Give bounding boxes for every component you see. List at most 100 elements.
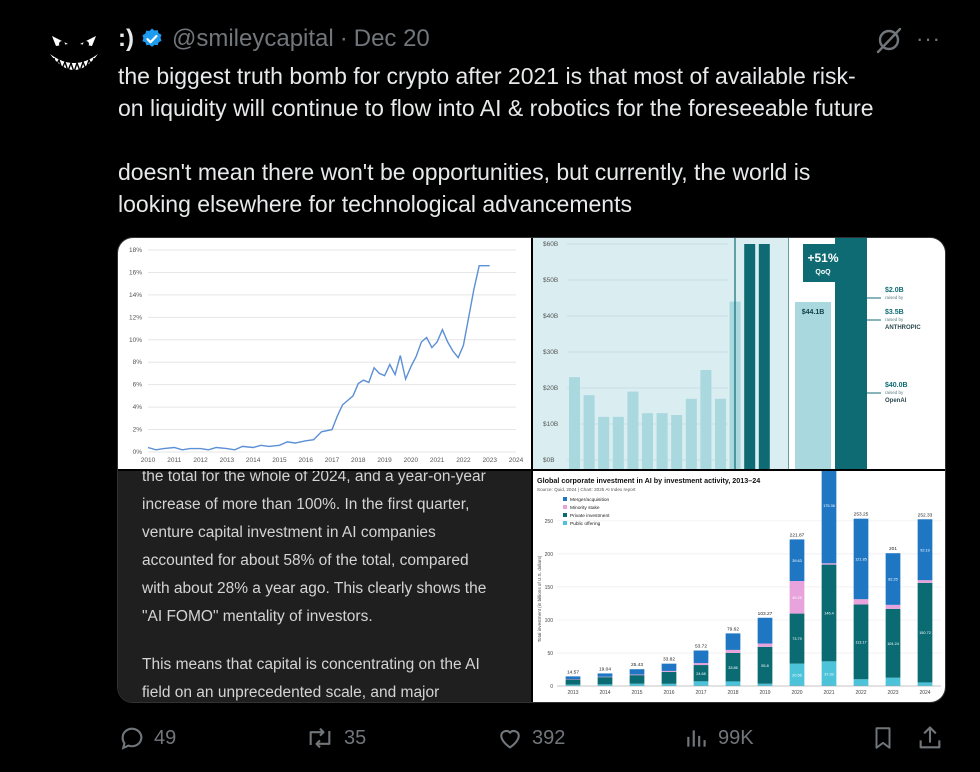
x-tick-label: 2010 bbox=[141, 457, 156, 464]
stacked-bar-segment bbox=[629, 683, 645, 686]
article-paragraph: the total for the whole of 2024, and a y… bbox=[142, 471, 487, 625]
x-tick-label: 2017 bbox=[325, 457, 340, 464]
stacked-bar-segment bbox=[565, 679, 581, 680]
x-tick-label: 2017 bbox=[695, 690, 706, 696]
bar bbox=[700, 370, 712, 469]
stacked-bar-segment bbox=[693, 681, 709, 686]
x-tick-label: 2022 bbox=[855, 690, 866, 696]
tweet-date[interactable]: Dec 20 bbox=[354, 25, 430, 53]
x-tick-label: 2019 bbox=[377, 457, 392, 464]
segment-value-label: 39.63 bbox=[792, 559, 802, 563]
q-bar bbox=[795, 302, 831, 469]
media-image-corporate-investment-chart[interactable]: Global corporate investment in AI by inv… bbox=[533, 471, 945, 702]
bar-total-label: 103.27 bbox=[758, 611, 773, 617]
stacked-bar-segment bbox=[725, 649, 741, 653]
reply-button[interactable]: 49 bbox=[118, 724, 176, 752]
stacked-bar-segment bbox=[853, 599, 869, 605]
bar-total-label: 79.62 bbox=[727, 626, 739, 632]
x-tick-label: 2019 bbox=[759, 690, 770, 696]
y-tick-label: 16% bbox=[129, 269, 142, 276]
chart-source: Source: Quid, 2024 | Chart: 2025 AI Inde… bbox=[537, 487, 636, 492]
bar bbox=[758, 244, 770, 469]
media-image-article[interactable]: the total for the whole of 2024, and a y… bbox=[118, 471, 531, 702]
x-tick-label: 2024 bbox=[509, 457, 524, 464]
views-count: 99K bbox=[718, 726, 754, 749]
bar bbox=[715, 398, 726, 469]
x-tick-label: 2016 bbox=[663, 690, 674, 696]
bar-total-label: 252.33 bbox=[918, 512, 933, 518]
bar bbox=[583, 395, 595, 469]
legend-label: Private investment bbox=[570, 513, 610, 519]
annotation-note: raised by bbox=[885, 390, 904, 395]
stacked-bar-segment bbox=[821, 471, 837, 564]
x-tick-label: 2011 bbox=[167, 457, 181, 464]
stacked-bar-segment bbox=[661, 670, 677, 672]
bar bbox=[612, 416, 624, 469]
x-tick-label: 2016 bbox=[298, 457, 313, 464]
views-button[interactable]: 99K bbox=[684, 724, 754, 752]
annotation-company: ANTHROPIC bbox=[885, 325, 921, 331]
tweet-body: the biggest truth bomb for crypto after … bbox=[118, 60, 958, 220]
bookmark-icon bbox=[875, 727, 891, 749]
stacked-bar-segment bbox=[629, 675, 645, 684]
bookmark-button[interactable] bbox=[870, 724, 904, 752]
media-image-line-chart[interactable]: 0% 2% 4% 6% 8% 10% 12% 14% 16% 18% 2010 2011 2012 201… bbox=[118, 238, 531, 469]
y-tick-label: 10% bbox=[129, 337, 142, 344]
retweet-button[interactable]: 35 bbox=[304, 724, 366, 752]
grok-icon[interactable] bbox=[874, 26, 904, 54]
tweet-header: :) @smileycapital · Dec 20 bbox=[118, 24, 430, 54]
legend-swatch bbox=[563, 505, 567, 509]
stacked-bar-segment bbox=[821, 563, 837, 565]
share-button[interactable] bbox=[916, 724, 952, 752]
line-chart: 0% 2% 4% 6% 8% 10% 12% 14% 16% 18% 2010 2011 2012 201… bbox=[129, 247, 524, 464]
y-tick-label: 2% bbox=[133, 427, 143, 434]
segment-value-label: 73.79 bbox=[792, 637, 802, 641]
media-image-funding-chart[interactable]: $0B $10B $20B $30B $40B $50B $60B +51% QoQ $44.1B… bbox=[533, 238, 945, 469]
retweet-count: 35 bbox=[344, 726, 367, 749]
y-tick-label: $10B bbox=[543, 421, 558, 428]
y-tick-label: 8% bbox=[133, 359, 143, 366]
bar bbox=[569, 377, 580, 469]
y-tick-label: 50 bbox=[547, 651, 553, 657]
bar bbox=[744, 244, 756, 469]
like-button[interactable]: 392 bbox=[496, 724, 565, 752]
bar bbox=[671, 415, 683, 469]
bar-total-label: 253.25 bbox=[854, 512, 869, 518]
bar-total-label: 33.82 bbox=[663, 657, 675, 663]
segment-value-label: 92.19 bbox=[920, 548, 930, 552]
user-handle[interactable]: @smileycapital bbox=[172, 25, 334, 53]
annotation-value: $3.5B bbox=[885, 309, 904, 316]
stacked-bar-segment bbox=[565, 676, 581, 680]
x-tick-label: 2015 bbox=[272, 457, 287, 464]
y-tick-label: 12% bbox=[129, 314, 142, 321]
x-tick-label: 2018 bbox=[727, 690, 738, 696]
stacked-bar-segment bbox=[757, 643, 773, 647]
y-tick-label: 6% bbox=[133, 382, 143, 389]
stacked-bar-segment bbox=[917, 682, 933, 686]
separator-dot: · bbox=[339, 25, 348, 52]
display-name[interactable]: :) bbox=[118, 25, 134, 53]
y-tick-label: 0% bbox=[133, 449, 143, 456]
series-line bbox=[147, 265, 490, 451]
like-icon bbox=[500, 729, 520, 749]
bar-total-label: 221.87 bbox=[790, 532, 805, 538]
segment-value-label: 113.17 bbox=[855, 640, 866, 644]
y-tick-label: 0 bbox=[550, 684, 553, 690]
x-tick-label: 2013 bbox=[220, 457, 235, 464]
stacked-bar-segment bbox=[661, 683, 677, 686]
y-tick-label: 4% bbox=[133, 404, 143, 411]
stacked-bar-segment bbox=[853, 679, 869, 686]
y-tick-label: 200 bbox=[545, 552, 554, 558]
segment-value-label: 146.4 bbox=[824, 612, 834, 616]
stacked-bar-segment bbox=[917, 580, 933, 583]
y-axis-label: Total investment (in billions of U.S. do… bbox=[537, 555, 542, 642]
stacked-bar-segment bbox=[597, 676, 613, 678]
y-tick-label: 150 bbox=[545, 585, 554, 591]
more-options-button[interactable]: ··· bbox=[916, 26, 941, 52]
share-icon bbox=[919, 726, 941, 749]
legend-swatch bbox=[563, 497, 567, 501]
y-tick-label: $30B bbox=[543, 349, 558, 356]
annotation-value: $2.0B bbox=[885, 287, 904, 294]
avatar[interactable] bbox=[42, 22, 106, 86]
bar bbox=[627, 391, 639, 469]
